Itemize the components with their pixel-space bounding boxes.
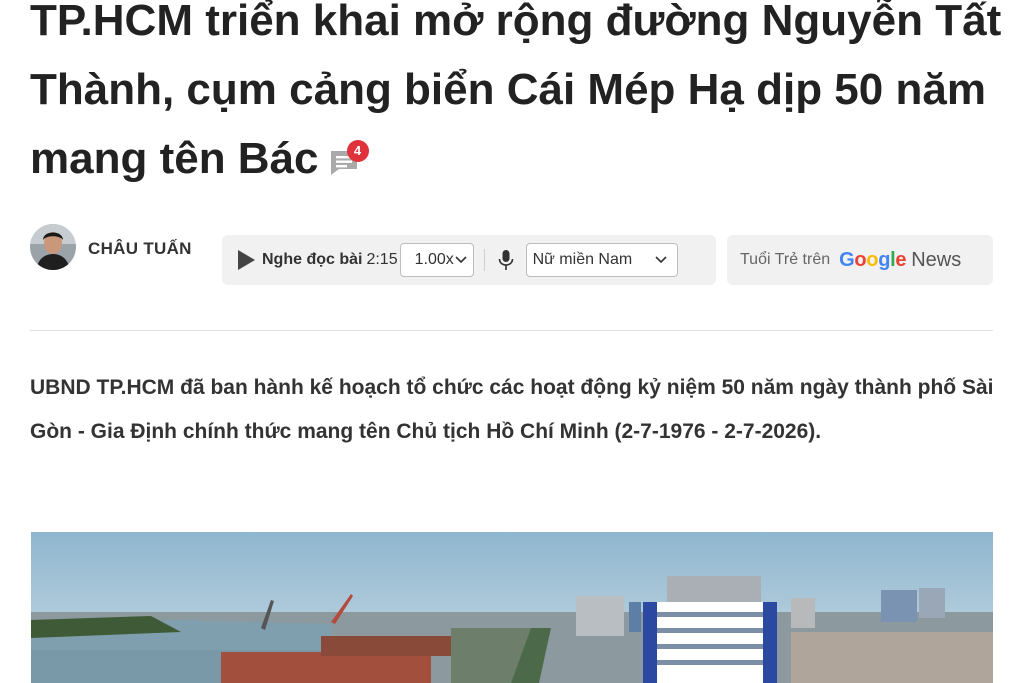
speed-value: 1.00x bbox=[414, 251, 454, 268]
city-port-image bbox=[31, 532, 993, 683]
chevron-down-icon bbox=[655, 256, 667, 264]
divider bbox=[30, 330, 993, 331]
microphone-icon bbox=[498, 250, 513, 270]
google-news-label: News bbox=[911, 248, 962, 271]
google-logo-text: Google bbox=[839, 248, 907, 271]
play-icon[interactable] bbox=[236, 249, 256, 271]
article-summary: UBND TP.HCM đã ban hành kế hoạch tổ chức… bbox=[30, 376, 994, 443]
comment-count-badge: 4 bbox=[346, 140, 369, 163]
author-name[interactable]: CHÂU TUẤN bbox=[88, 239, 192, 259]
comment-button[interactable]: 4 bbox=[327, 140, 369, 176]
voice-value: Nữ miền Nam bbox=[532, 251, 633, 268]
chevron-down-icon bbox=[455, 256, 467, 264]
listen-label: Nghe đọc bài bbox=[262, 251, 363, 268]
google-news-prefix: Tuổi Trẻ trên bbox=[740, 251, 831, 268]
audio-duration: 2:15 bbox=[366, 251, 398, 268]
voice-select[interactable]: Nữ miền Nam bbox=[525, 243, 678, 277]
audio-player: Nghe đọc bài 2:15 1.00x Nữ miền Nam bbox=[222, 235, 716, 285]
google-news-button[interactable]: Tuổi Trẻ trên Google News bbox=[727, 235, 993, 285]
article-title-text: TP.HCM triển khai mở rộng đường Nguyễn T… bbox=[30, 0, 1002, 183]
article-photo[interactable] bbox=[31, 532, 993, 683]
avatar[interactable] bbox=[30, 224, 76, 270]
audio-divider bbox=[483, 249, 485, 271]
avatar-image bbox=[30, 224, 76, 270]
author-block: CHÂU TUẤN bbox=[30, 224, 192, 270]
article-title: TP.HCM triển khai mở rộng đường Nguyễn T… bbox=[30, 0, 1005, 193]
speed-select[interactable]: 1.00x bbox=[399, 243, 474, 277]
